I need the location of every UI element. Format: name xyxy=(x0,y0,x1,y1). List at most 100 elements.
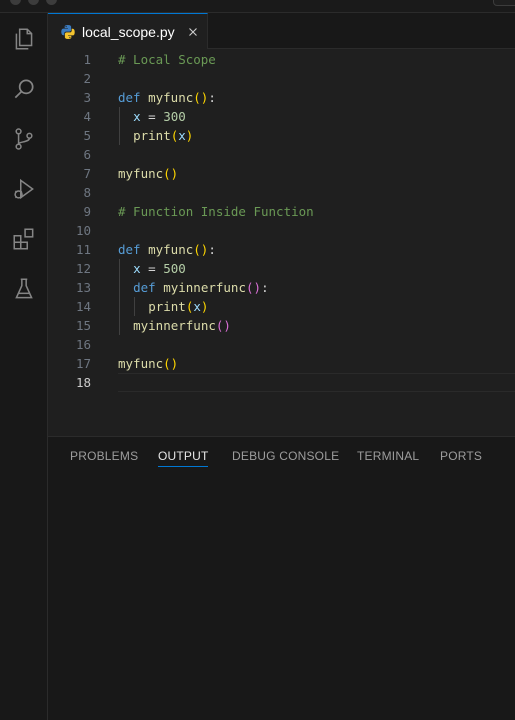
code-token: myfunc xyxy=(148,241,194,257)
testing-icon[interactable] xyxy=(8,273,40,305)
line-number: 14 xyxy=(75,298,91,314)
code-text: def myfunc(): xyxy=(118,88,216,107)
code-text: myinnerfunc() xyxy=(133,316,231,335)
code-token: () xyxy=(215,317,231,333)
layout-button[interactable] xyxy=(493,0,515,6)
indent-guide xyxy=(134,296,136,316)
line-number: 2 xyxy=(83,70,91,86)
run-debug-icon[interactable] xyxy=(8,173,40,205)
indent-guide xyxy=(119,277,120,297)
line-number: 1 xyxy=(83,51,91,67)
code-token: : xyxy=(208,89,216,105)
code-line[interactable]: 2 xyxy=(48,69,515,88)
code-text: def myinnerfunc(): xyxy=(133,278,269,297)
code-text: print(x) xyxy=(133,126,193,145)
code-line[interactable]: 7 myfunc() xyxy=(48,164,515,183)
editor-tab-bar: local_scope.py xyxy=(48,13,515,49)
indent-guide xyxy=(119,258,120,278)
code-text: x = 300 xyxy=(133,107,186,126)
code-line[interactable]: 9 # Function Inside Function xyxy=(48,202,515,221)
line-number: 11 xyxy=(75,241,91,257)
code-line[interactable]: 18 xyxy=(48,372,515,392)
line-number: 7 xyxy=(83,165,91,181)
tab-ports[interactable]: PORTS xyxy=(440,449,482,469)
line-number: 18 xyxy=(75,374,91,390)
code-token: () xyxy=(163,165,179,181)
code-line[interactable]: 13 def myinnerfunc(): xyxy=(48,277,515,297)
close-icon[interactable] xyxy=(185,24,201,40)
code-text: def myfunc(): xyxy=(118,240,216,259)
code-token: def xyxy=(133,279,156,295)
code-token: () xyxy=(163,355,179,371)
current-line-highlight xyxy=(118,372,515,392)
code-token: def xyxy=(118,89,141,105)
line-number: 15 xyxy=(75,317,91,333)
vscode-window: local_scope.py 1 # Local Scope 2 3 def myfun… xyxy=(0,0,515,720)
code-line[interactable]: 11 def myfunc(): xyxy=(48,240,515,259)
code-token: ) xyxy=(185,127,194,143)
indent-guide xyxy=(119,125,120,145)
tab-problems[interactable]: PROBLEMS xyxy=(70,449,138,469)
code-line[interactable]: 16 xyxy=(48,335,515,354)
code-line[interactable]: 6 xyxy=(48,145,515,164)
activity-bar xyxy=(0,13,48,720)
close-window-button[interactable] xyxy=(10,0,21,5)
code-token: 500 xyxy=(163,260,186,276)
code-line[interactable]: 8 xyxy=(48,183,515,202)
line-number: 17 xyxy=(75,355,91,371)
source-control-icon[interactable] xyxy=(8,123,40,155)
code-token: myfunc xyxy=(118,165,164,181)
code-text: myfunc() xyxy=(118,354,178,373)
line-number: 16 xyxy=(75,336,91,352)
code-token: () xyxy=(193,241,209,257)
title-bar xyxy=(0,0,515,13)
code-line[interactable]: 17 myfunc() xyxy=(48,354,515,373)
code-token: () xyxy=(193,89,209,105)
code-token: () xyxy=(246,279,262,295)
code-token: print xyxy=(148,298,186,314)
code-token: : xyxy=(261,279,269,295)
active-tab-indicator xyxy=(158,466,208,467)
code-line[interactable]: 3 def myfunc(): xyxy=(48,88,515,107)
line-number: 5 xyxy=(83,127,91,143)
code-token: myinnerfunc xyxy=(133,317,216,333)
tab-terminal[interactable]: TERMINAL xyxy=(357,449,419,469)
bottom-panel: PROBLEMS OUTPUT DEBUG CONSOLE TERMINAL P… xyxy=(48,436,515,720)
tab-label: local_scope.py xyxy=(82,23,175,40)
code-token: myinnerfunc xyxy=(163,279,246,295)
explorer-icon[interactable] xyxy=(8,23,40,55)
code-token: x xyxy=(133,108,141,124)
code-line[interactable]: 1 # Local Scope xyxy=(48,50,515,69)
line-number: 3 xyxy=(83,89,91,105)
code-token: 300 xyxy=(163,108,186,124)
code-line[interactable]: 10 xyxy=(48,221,515,240)
indent-guide xyxy=(119,106,120,126)
code-text: print(x) xyxy=(148,297,208,316)
indent-guide xyxy=(119,315,120,335)
code-line[interactable]: 14 print(x) xyxy=(48,296,515,316)
code-line[interactable]: 15 myinnerfunc() xyxy=(48,315,515,335)
code-line[interactable]: 4 x = 300 xyxy=(48,106,515,126)
tab-local-scope[interactable]: local_scope.py xyxy=(48,13,208,49)
code-token: = xyxy=(140,108,164,124)
zoom-window-button[interactable] xyxy=(46,0,57,5)
code-token: x xyxy=(178,127,186,143)
code-text: myfunc() xyxy=(118,164,178,183)
extensions-icon[interactable] xyxy=(8,223,40,255)
code-token: myfunc xyxy=(118,355,164,371)
minimize-window-button[interactable] xyxy=(28,0,39,5)
code-editor[interactable]: 1 # Local Scope 2 3 def myfunc(): 4 x = 300 5 pr… xyxy=(48,49,515,436)
line-number: 4 xyxy=(83,108,91,124)
code-token: print xyxy=(133,127,171,143)
line-number: 8 xyxy=(83,184,91,200)
line-number: 6 xyxy=(83,146,91,162)
code-line[interactable]: 5 print(x) xyxy=(48,125,515,145)
search-icon[interactable] xyxy=(8,73,40,105)
line-number: 13 xyxy=(75,279,91,295)
code-token: = xyxy=(140,260,164,276)
code-token: : xyxy=(208,241,216,257)
line-number: 12 xyxy=(75,260,91,276)
tab-debug-console[interactable]: DEBUG CONSOLE xyxy=(232,449,339,469)
code-line[interactable]: 12 x = 500 xyxy=(48,258,515,278)
